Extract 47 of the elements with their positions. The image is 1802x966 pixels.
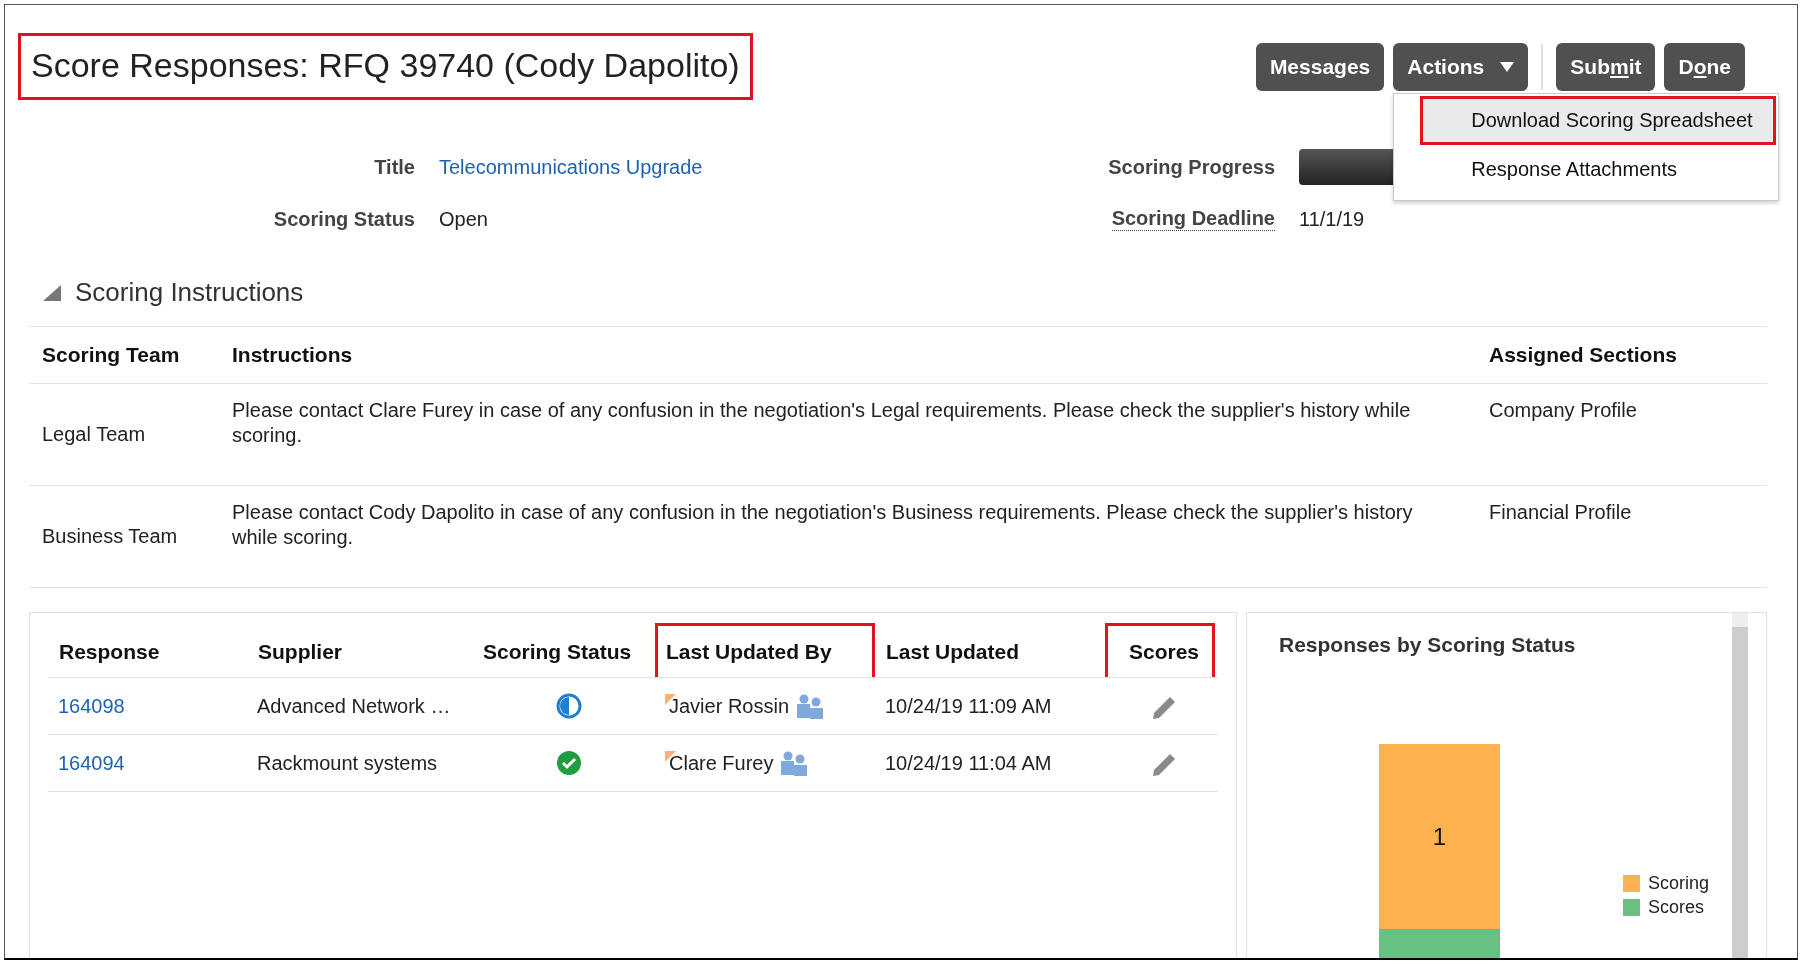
field-value: Open (439, 207, 489, 231)
menu-item[interactable]: Download Scoring Spreadsheet (1420, 96, 1777, 145)
column-header: Scoring Status (482, 638, 633, 665)
field-label: Scoring Deadline (1111, 207, 1275, 231)
toolbar-button[interactable]: Submit (1556, 43, 1656, 91)
column-header: Scores (1105, 623, 1215, 677)
column-header: Supplier (257, 638, 343, 665)
chart-title: Responses by Scoring Status (1279, 633, 1577, 657)
toolbar-button[interactable]: Done (1664, 43, 1745, 91)
table-cell: 10/24/19 11:04 AM (885, 751, 1052, 775)
page-title: Score Responses: RFQ 39740 (Cody Dapolito) (18, 33, 753, 100)
scrollbar[interactable] (1732, 613, 1748, 958)
table-cell: Clare Furey (669, 751, 774, 775)
response-link[interactable]: 164094 (58, 751, 125, 775)
table-cell: Rackmount systems (257, 751, 438, 775)
field-value: 11/1/19 (1299, 207, 1366, 231)
column-header: Last Updated By (655, 623, 875, 677)
table-cell-text: Please contact Cody Dapolito in case of any confusion in the negotiation's Business requirements. Please check the supplier's history while scoring. (231, 500, 1414, 550)
table-cell: Javier Rossin (669, 694, 790, 718)
field-label: Scoring Status (272, 207, 415, 231)
title-link[interactable]: Telecommunications Upgrade (439, 155, 951, 179)
caret-icon (1500, 62, 1515, 72)
column-header: Response (58, 638, 161, 665)
bar-label: 1 (1432, 822, 1447, 851)
table-cell-text: Please contact Clare Furey in case of any confusion in the negotiation's Legal requirements. Please check the supplier's history while scoring. (231, 398, 1412, 448)
response-link[interactable]: 164098 (58, 694, 125, 718)
legend-label: Scores (1648, 896, 1705, 918)
expand-triangle-icon[interactable] (43, 284, 61, 301)
table-cell: Advanced Network … (257, 694, 451, 718)
column-header: Scoring Team (41, 343, 181, 367)
column-header: Assigned Sections (1488, 343, 1678, 367)
people-icon[interactable] (779, 750, 810, 776)
legend-label: Scoring (1648, 872, 1710, 894)
people-icon[interactable] (795, 693, 826, 719)
table-cell-text: Legal Team (41, 422, 147, 447)
menu-item[interactable]: Response Attachments (1420, 145, 1777, 194)
section-title: Scoring Instructions (75, 277, 304, 308)
table-cell-text: Financial Profile (1488, 500, 1633, 525)
table-cell: 10/24/19 11:09 AM (885, 694, 1052, 718)
table-cell-text: Business Team (41, 524, 179, 549)
toolbar-button[interactable]: Messages (1255, 43, 1385, 91)
column-header: Last Updated (885, 638, 1020, 665)
table-cell-text: Company Profile (1488, 398, 1638, 423)
actions-menu-button[interactable]: Actions (1393, 43, 1529, 91)
field-label: Scoring Progress (1108, 155, 1275, 179)
field-label: Title (373, 155, 415, 179)
column-header: Instructions (231, 343, 354, 367)
